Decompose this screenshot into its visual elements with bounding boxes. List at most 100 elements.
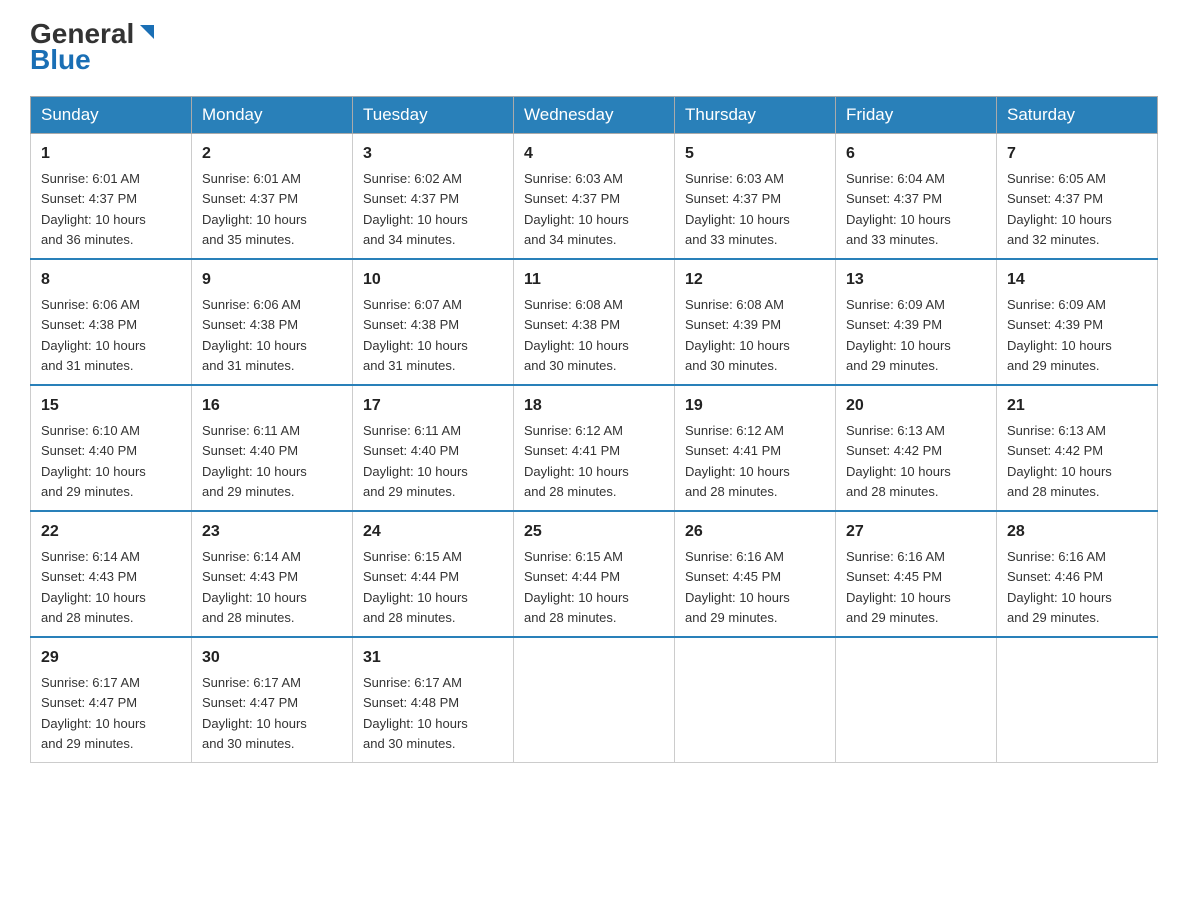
- calendar-week-row: 22 Sunrise: 6:14 AMSunset: 4:43 PMDaylig…: [31, 511, 1158, 637]
- calendar-cell: 7 Sunrise: 6:05 AMSunset: 4:37 PMDayligh…: [997, 134, 1158, 260]
- day-number: 24: [363, 520, 503, 544]
- calendar-cell: 14 Sunrise: 6:09 AMSunset: 4:39 PMDaylig…: [997, 259, 1158, 385]
- day-info: Sunrise: 6:10 AMSunset: 4:40 PMDaylight:…: [41, 423, 146, 499]
- day-number: 18: [524, 394, 664, 418]
- day-number: 28: [1007, 520, 1147, 544]
- day-number: 11: [524, 268, 664, 292]
- calendar-week-row: 29 Sunrise: 6:17 AMSunset: 4:47 PMDaylig…: [31, 637, 1158, 763]
- calendar-cell: 13 Sunrise: 6:09 AMSunset: 4:39 PMDaylig…: [836, 259, 997, 385]
- calendar-cell: 28 Sunrise: 6:16 AMSunset: 4:46 PMDaylig…: [997, 511, 1158, 637]
- day-number: 29: [41, 646, 181, 670]
- day-info: Sunrise: 6:16 AMSunset: 4:46 PMDaylight:…: [1007, 549, 1112, 625]
- day-info: Sunrise: 6:05 AMSunset: 4:37 PMDaylight:…: [1007, 171, 1112, 247]
- day-number: 2: [202, 142, 342, 166]
- day-number: 22: [41, 520, 181, 544]
- calendar-cell: 12 Sunrise: 6:08 AMSunset: 4:39 PMDaylig…: [675, 259, 836, 385]
- day-number: 5: [685, 142, 825, 166]
- calendar-cell: 21 Sunrise: 6:13 AMSunset: 4:42 PMDaylig…: [997, 385, 1158, 511]
- day-number: 3: [363, 142, 503, 166]
- day-number: 4: [524, 142, 664, 166]
- day-number: 17: [363, 394, 503, 418]
- day-number: 15: [41, 394, 181, 418]
- logo-arrow-icon: [136, 21, 158, 43]
- calendar-cell: 30 Sunrise: 6:17 AMSunset: 4:47 PMDaylig…: [192, 637, 353, 763]
- day-number: 20: [846, 394, 986, 418]
- weekday-header-saturday: Saturday: [997, 97, 1158, 134]
- weekday-header-thursday: Thursday: [675, 97, 836, 134]
- day-info: Sunrise: 6:07 AMSunset: 4:38 PMDaylight:…: [363, 297, 468, 373]
- day-info: Sunrise: 6:08 AMSunset: 4:39 PMDaylight:…: [685, 297, 790, 373]
- day-info: Sunrise: 6:12 AMSunset: 4:41 PMDaylight:…: [524, 423, 629, 499]
- day-info: Sunrise: 6:09 AMSunset: 4:39 PMDaylight:…: [1007, 297, 1112, 373]
- calendar-cell: 10 Sunrise: 6:07 AMSunset: 4:38 PMDaylig…: [353, 259, 514, 385]
- day-info: Sunrise: 6:13 AMSunset: 4:42 PMDaylight:…: [846, 423, 951, 499]
- calendar-cell: [997, 637, 1158, 763]
- day-info: Sunrise: 6:03 AMSunset: 4:37 PMDaylight:…: [685, 171, 790, 247]
- day-info: Sunrise: 6:12 AMSunset: 4:41 PMDaylight:…: [685, 423, 790, 499]
- calendar-table: SundayMondayTuesdayWednesdayThursdayFrid…: [30, 96, 1158, 763]
- day-info: Sunrise: 6:11 AMSunset: 4:40 PMDaylight:…: [363, 423, 468, 499]
- day-info: Sunrise: 6:16 AMSunset: 4:45 PMDaylight:…: [685, 549, 790, 625]
- day-info: Sunrise: 6:04 AMSunset: 4:37 PMDaylight:…: [846, 171, 951, 247]
- day-number: 27: [846, 520, 986, 544]
- day-number: 13: [846, 268, 986, 292]
- day-info: Sunrise: 6:02 AMSunset: 4:37 PMDaylight:…: [363, 171, 468, 247]
- day-number: 7: [1007, 142, 1147, 166]
- day-info: Sunrise: 6:16 AMSunset: 4:45 PMDaylight:…: [846, 549, 951, 625]
- calendar-cell: 22 Sunrise: 6:14 AMSunset: 4:43 PMDaylig…: [31, 511, 192, 637]
- day-info: Sunrise: 6:03 AMSunset: 4:37 PMDaylight:…: [524, 171, 629, 247]
- calendar-cell: 3 Sunrise: 6:02 AMSunset: 4:37 PMDayligh…: [353, 134, 514, 260]
- day-number: 19: [685, 394, 825, 418]
- weekday-header-friday: Friday: [836, 97, 997, 134]
- calendar-cell: 5 Sunrise: 6:03 AMSunset: 4:37 PMDayligh…: [675, 134, 836, 260]
- calendar-week-row: 1 Sunrise: 6:01 AMSunset: 4:37 PMDayligh…: [31, 134, 1158, 260]
- day-info: Sunrise: 6:11 AMSunset: 4:40 PMDaylight:…: [202, 423, 307, 499]
- calendar-cell: 20 Sunrise: 6:13 AMSunset: 4:42 PMDaylig…: [836, 385, 997, 511]
- calendar-cell: 11 Sunrise: 6:08 AMSunset: 4:38 PMDaylig…: [514, 259, 675, 385]
- day-number: 25: [524, 520, 664, 544]
- calendar-cell: 15 Sunrise: 6:10 AMSunset: 4:40 PMDaylig…: [31, 385, 192, 511]
- logo: General Blue: [30, 20, 158, 76]
- logo-text-blue: Blue: [30, 44, 91, 76]
- page-header: General Blue: [30, 20, 1158, 76]
- day-number: 16: [202, 394, 342, 418]
- calendar-cell: 9 Sunrise: 6:06 AMSunset: 4:38 PMDayligh…: [192, 259, 353, 385]
- day-info: Sunrise: 6:06 AMSunset: 4:38 PMDaylight:…: [41, 297, 146, 373]
- day-info: Sunrise: 6:06 AMSunset: 4:38 PMDaylight:…: [202, 297, 307, 373]
- day-number: 9: [202, 268, 342, 292]
- day-number: 31: [363, 646, 503, 670]
- calendar-week-row: 15 Sunrise: 6:10 AMSunset: 4:40 PMDaylig…: [31, 385, 1158, 511]
- weekday-header-row: SundayMondayTuesdayWednesdayThursdayFrid…: [31, 97, 1158, 134]
- day-number: 8: [41, 268, 181, 292]
- day-info: Sunrise: 6:14 AMSunset: 4:43 PMDaylight:…: [202, 549, 307, 625]
- calendar-cell: 19 Sunrise: 6:12 AMSunset: 4:41 PMDaylig…: [675, 385, 836, 511]
- calendar-week-row: 8 Sunrise: 6:06 AMSunset: 4:38 PMDayligh…: [31, 259, 1158, 385]
- calendar-cell: [675, 637, 836, 763]
- calendar-cell: 25 Sunrise: 6:15 AMSunset: 4:44 PMDaylig…: [514, 511, 675, 637]
- calendar-cell: 2 Sunrise: 6:01 AMSunset: 4:37 PMDayligh…: [192, 134, 353, 260]
- day-info: Sunrise: 6:14 AMSunset: 4:43 PMDaylight:…: [41, 549, 146, 625]
- day-info: Sunrise: 6:01 AMSunset: 4:37 PMDaylight:…: [41, 171, 146, 247]
- calendar-cell: 24 Sunrise: 6:15 AMSunset: 4:44 PMDaylig…: [353, 511, 514, 637]
- day-info: Sunrise: 6:09 AMSunset: 4:39 PMDaylight:…: [846, 297, 951, 373]
- calendar-cell: 17 Sunrise: 6:11 AMSunset: 4:40 PMDaylig…: [353, 385, 514, 511]
- day-info: Sunrise: 6:13 AMSunset: 4:42 PMDaylight:…: [1007, 423, 1112, 499]
- calendar-cell: 1 Sunrise: 6:01 AMSunset: 4:37 PMDayligh…: [31, 134, 192, 260]
- calendar-cell: 26 Sunrise: 6:16 AMSunset: 4:45 PMDaylig…: [675, 511, 836, 637]
- day-number: 1: [41, 142, 181, 166]
- weekday-header-sunday: Sunday: [31, 97, 192, 134]
- day-info: Sunrise: 6:17 AMSunset: 4:48 PMDaylight:…: [363, 675, 468, 751]
- day-number: 14: [1007, 268, 1147, 292]
- calendar-cell: 31 Sunrise: 6:17 AMSunset: 4:48 PMDaylig…: [353, 637, 514, 763]
- weekday-header-monday: Monday: [192, 97, 353, 134]
- day-info: Sunrise: 6:08 AMSunset: 4:38 PMDaylight:…: [524, 297, 629, 373]
- calendar-cell: 8 Sunrise: 6:06 AMSunset: 4:38 PMDayligh…: [31, 259, 192, 385]
- day-number: 21: [1007, 394, 1147, 418]
- day-info: Sunrise: 6:15 AMSunset: 4:44 PMDaylight:…: [524, 549, 629, 625]
- day-number: 23: [202, 520, 342, 544]
- day-info: Sunrise: 6:15 AMSunset: 4:44 PMDaylight:…: [363, 549, 468, 625]
- day-info: Sunrise: 6:17 AMSunset: 4:47 PMDaylight:…: [202, 675, 307, 751]
- calendar-cell: 6 Sunrise: 6:04 AMSunset: 4:37 PMDayligh…: [836, 134, 997, 260]
- calendar-cell: 23 Sunrise: 6:14 AMSunset: 4:43 PMDaylig…: [192, 511, 353, 637]
- weekday-header-tuesday: Tuesday: [353, 97, 514, 134]
